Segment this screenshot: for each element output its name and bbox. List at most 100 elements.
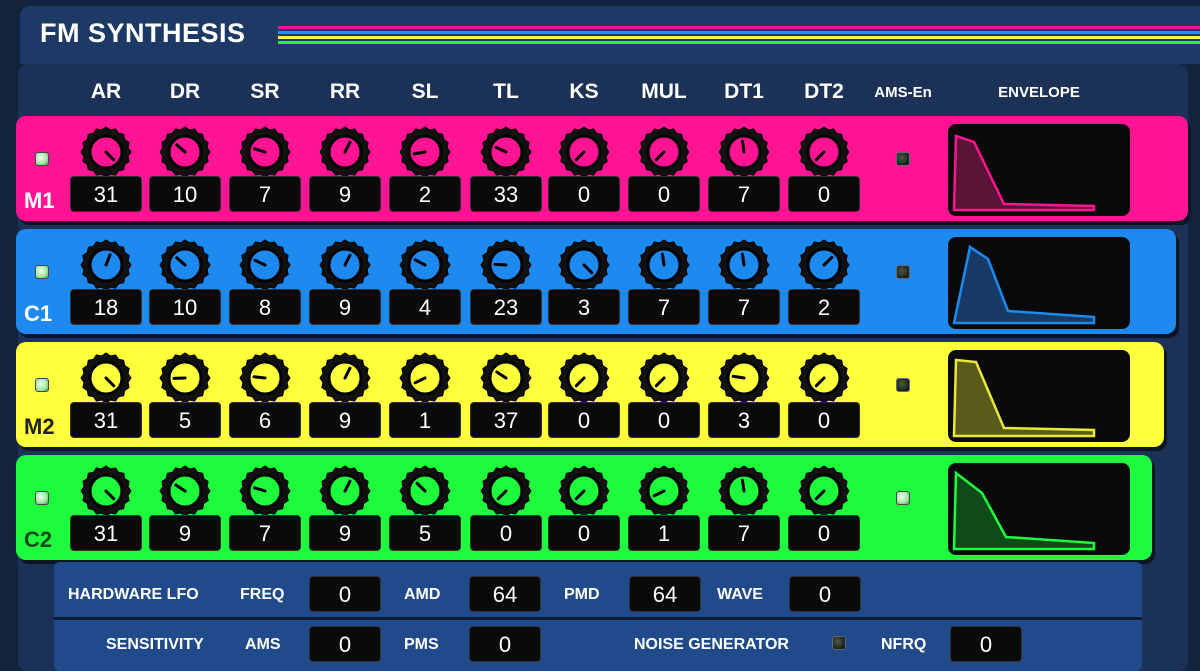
knob-dt2[interactable]: [796, 124, 852, 180]
noise-generator-led[interactable]: [832, 636, 846, 650]
knob-rr[interactable]: [317, 350, 373, 406]
knob-ar[interactable]: [78, 350, 134, 406]
ams-value[interactable]: 0: [309, 626, 381, 662]
knob-sr[interactable]: [237, 124, 293, 180]
value-mul[interactable]: 0: [628, 402, 700, 438]
value-dr[interactable]: 5: [149, 402, 221, 438]
value-ar[interactable]: 18: [70, 289, 142, 325]
value-dt2[interactable]: 0: [788, 515, 860, 551]
knob-mul[interactable]: [636, 350, 692, 406]
knob-sl[interactable]: [397, 124, 453, 180]
knob-sr[interactable]: [237, 237, 293, 293]
value-sl[interactable]: 4: [389, 289, 461, 325]
knob-dt2[interactable]: [796, 463, 852, 519]
value-rr[interactable]: 9: [309, 402, 381, 438]
value-ar[interactable]: 31: [70, 402, 142, 438]
value-sr[interactable]: 8: [229, 289, 301, 325]
knob-ks[interactable]: [556, 350, 612, 406]
knob-ks[interactable]: [556, 124, 612, 180]
value-tl[interactable]: 23: [470, 289, 542, 325]
value-sr[interactable]: 7: [229, 515, 301, 551]
knob-tl[interactable]: [478, 350, 534, 406]
knob-dt1[interactable]: [716, 124, 772, 180]
ams-enable-led[interactable]: [896, 152, 910, 166]
value-rr[interactable]: 9: [309, 176, 381, 212]
knob-ar[interactable]: [78, 124, 134, 180]
value-dt2[interactable]: 0: [788, 176, 860, 212]
knob-sl[interactable]: [397, 237, 453, 293]
column-header-ams-en: AMS-En: [874, 84, 932, 101]
operator-enable-led[interactable]: [35, 265, 49, 279]
knob-rr[interactable]: [317, 237, 373, 293]
value-ks[interactable]: 0: [548, 402, 620, 438]
value-dr[interactable]: 9: [149, 515, 221, 551]
knob-sl[interactable]: [397, 463, 453, 519]
knob-mul[interactable]: [636, 237, 692, 293]
envelope-curve: [952, 358, 1096, 438]
knob-dr[interactable]: [157, 124, 213, 180]
knob-dt1[interactable]: [716, 463, 772, 519]
value-dt1[interactable]: 7: [708, 176, 780, 212]
knob-ar[interactable]: [78, 237, 134, 293]
lfo-freq-value[interactable]: 0: [309, 576, 381, 612]
knob-rr[interactable]: [317, 463, 373, 519]
knob-dt2[interactable]: [796, 237, 852, 293]
value-dt1[interactable]: 7: [708, 289, 780, 325]
knob-mul[interactable]: [636, 124, 692, 180]
value-ar[interactable]: 31: [70, 515, 142, 551]
pms-value[interactable]: 0: [469, 626, 541, 662]
knob-dt1[interactable]: [716, 350, 772, 406]
value-ar[interactable]: 31: [70, 176, 142, 212]
operator-row-c1: C1 18 10 8 9 4 23 3 7 7 2: [16, 229, 1176, 334]
lfo-amd-value[interactable]: 64: [469, 576, 541, 612]
knob-ar[interactable]: [78, 463, 134, 519]
knob-tl[interactable]: [478, 463, 534, 519]
value-sr[interactable]: 7: [229, 176, 301, 212]
value-dt2[interactable]: 2: [788, 289, 860, 325]
value-sl[interactable]: 1: [389, 402, 461, 438]
knob-sr[interactable]: [237, 463, 293, 519]
knob-mul[interactable]: [636, 463, 692, 519]
value-sl[interactable]: 5: [389, 515, 461, 551]
value-sr[interactable]: 6: [229, 402, 301, 438]
knob-tl[interactable]: [478, 124, 534, 180]
knob-rr[interactable]: [317, 124, 373, 180]
value-dt2[interactable]: 0: [788, 402, 860, 438]
nfrq-value[interactable]: 0: [950, 626, 1022, 662]
ams-enable-led[interactable]: [896, 491, 910, 505]
knob-dr[interactable]: [157, 463, 213, 519]
knob-dt2[interactable]: [796, 350, 852, 406]
knob-dr[interactable]: [157, 350, 213, 406]
value-rr[interactable]: 9: [309, 289, 381, 325]
lfo-wave-value[interactable]: 0: [789, 576, 861, 612]
value-mul[interactable]: 7: [628, 289, 700, 325]
knob-dt1[interactable]: [716, 237, 772, 293]
value-dt1[interactable]: 7: [708, 515, 780, 551]
value-ks[interactable]: 3: [548, 289, 620, 325]
knob-ks[interactable]: [556, 463, 612, 519]
value-ks[interactable]: 0: [548, 176, 620, 212]
operator-enable-led[interactable]: [35, 152, 49, 166]
lfo-pmd-value[interactable]: 64: [629, 576, 701, 612]
value-tl[interactable]: 0: [470, 515, 542, 551]
ams-enable-led[interactable]: [896, 378, 910, 392]
value-ks[interactable]: 0: [548, 515, 620, 551]
ams-enable-led[interactable]: [896, 265, 910, 279]
value-tl[interactable]: 37: [470, 402, 542, 438]
value-tl[interactable]: 33: [470, 176, 542, 212]
operator-enable-led[interactable]: [35, 378, 49, 392]
value-mul[interactable]: 0: [628, 176, 700, 212]
knob-sl[interactable]: [397, 350, 453, 406]
value-mul[interactable]: 1: [628, 515, 700, 551]
knob-dr[interactable]: [157, 237, 213, 293]
title-stripe: [278, 36, 1200, 39]
operator-enable-led[interactable]: [35, 491, 49, 505]
value-dt1[interactable]: 3: [708, 402, 780, 438]
knob-ks[interactable]: [556, 237, 612, 293]
knob-tl[interactable]: [478, 237, 534, 293]
knob-sr[interactable]: [237, 350, 293, 406]
value-dr[interactable]: 10: [149, 289, 221, 325]
value-dr[interactable]: 10: [149, 176, 221, 212]
value-rr[interactable]: 9: [309, 515, 381, 551]
value-sl[interactable]: 2: [389, 176, 461, 212]
